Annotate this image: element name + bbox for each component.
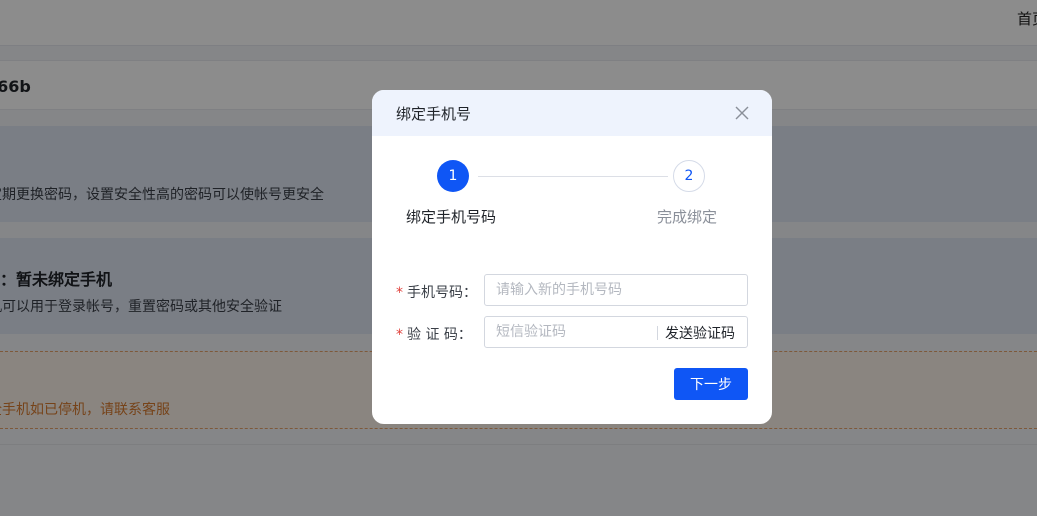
phone-number-label: * 手机号码： <box>396 282 477 302</box>
close-icon[interactable] <box>732 103 752 123</box>
verification-code-label: * 验 证 码： <box>396 324 472 344</box>
send-code-button[interactable]: 发送验证码 <box>665 323 735 343</box>
steps-connector <box>478 176 668 177</box>
step-2-label: 完成绑定 <box>657 208 718 226</box>
send-code-divider <box>657 326 658 340</box>
verification-code-label-text: 验 证 码： <box>407 327 472 343</box>
dialog-header: 绑定手机号 <box>372 90 772 136</box>
required-mark: * <box>396 285 403 301</box>
step-1-label: 绑定手机号码 <box>406 208 497 226</box>
bind-phone-dialog: 绑定手机号 1 2 绑定手机号码 完成绑定 *手机号码： *验 证 码： 发送验… <box>372 90 772 424</box>
next-step-button[interactable]: 下一步 <box>674 368 748 400</box>
step-2-indicator: 2 <box>673 160 705 192</box>
step-1-indicator: 1 <box>437 160 469 192</box>
dialog-title: 绑定手机号 <box>396 105 472 123</box>
phone-number-input[interactable] <box>484 274 748 306</box>
phone-number-label-text: 手机号码： <box>407 285 477 301</box>
close-icon-glyph <box>735 106 749 120</box>
required-mark: * <box>396 327 403 343</box>
